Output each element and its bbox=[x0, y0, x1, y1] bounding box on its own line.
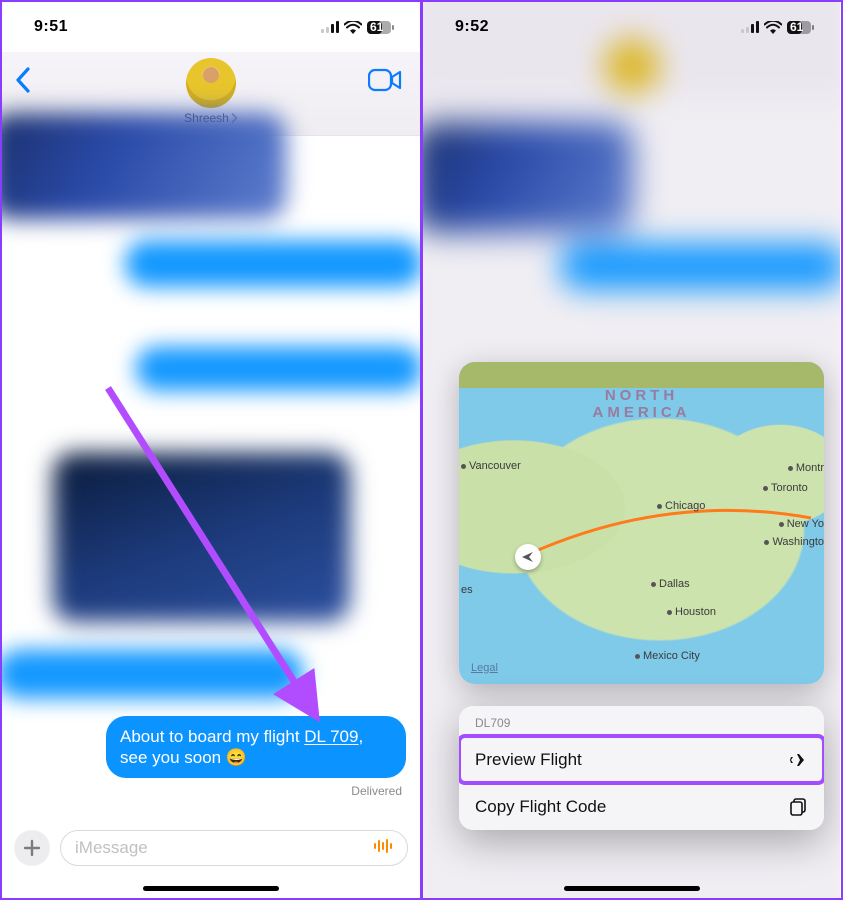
back-button[interactable] bbox=[14, 66, 32, 99]
flight-code-link[interactable]: DL 709 bbox=[304, 727, 358, 746]
attach-button[interactable] bbox=[14, 830, 50, 866]
cellular-icon bbox=[321, 21, 339, 33]
message-input[interactable]: iMessage bbox=[60, 830, 408, 866]
map-legal-link[interactable]: Legal bbox=[471, 662, 498, 674]
cellular-icon bbox=[741, 21, 759, 33]
status-bar: 9:51 61 bbox=[2, 2, 420, 52]
battery-icon: 61 bbox=[787, 21, 814, 34]
airplane-icon bbox=[788, 750, 808, 770]
plus-icon bbox=[23, 839, 41, 857]
airplane-marker bbox=[515, 544, 541, 570]
status-bar: 9:52 61 bbox=[423, 2, 840, 52]
city-houston: Houston bbox=[667, 606, 716, 618]
city-montreal: Montr bbox=[788, 462, 824, 474]
dual-screenshot-container: 9:51 61 Shreesh bbox=[0, 0, 843, 900]
waveform-icon bbox=[373, 838, 395, 854]
compose-row: iMessage bbox=[2, 826, 420, 870]
blurred-conversation bbox=[2, 113, 423, 898]
status-indicators: 61 bbox=[321, 21, 394, 34]
flight-context-menu: DL709 Preview Flight Copy Flight Code bbox=[459, 706, 824, 830]
context-menu-title: DL709 bbox=[459, 706, 824, 736]
city-toronto: Toronto bbox=[763, 482, 808, 494]
home-indicator[interactable] bbox=[564, 886, 700, 891]
facetime-button[interactable] bbox=[368, 68, 402, 97]
status-indicators: 61 bbox=[741, 21, 814, 34]
battery-icon: 61 bbox=[367, 21, 394, 34]
wifi-icon bbox=[764, 21, 782, 34]
city-vancouver: Vancouver bbox=[461, 460, 521, 472]
city-es: es bbox=[461, 584, 473, 596]
contact-avatar bbox=[186, 58, 236, 108]
copy-flight-code-label: Copy Flight Code bbox=[475, 797, 606, 817]
city-washington: Washingto bbox=[764, 536, 824, 548]
city-chicago: Chicago bbox=[657, 500, 705, 512]
home-indicator[interactable] bbox=[143, 886, 279, 891]
battery-percent: 61 bbox=[790, 20, 803, 34]
status-time: 9:52 bbox=[455, 18, 489, 36]
preview-flight-item[interactable]: Preview Flight bbox=[459, 736, 824, 783]
battery-percent: 61 bbox=[370, 20, 383, 34]
chevron-left-icon bbox=[14, 66, 32, 94]
phone-screenshot-left: 9:51 61 Shreesh bbox=[2, 2, 423, 898]
audio-message-button[interactable] bbox=[373, 838, 395, 859]
flight-map-preview[interactable]: NORTH AMERICA Vancouver Chicago Toronto … bbox=[459, 362, 824, 684]
message-text-prefix: About to board my flight bbox=[120, 727, 304, 746]
phone-screenshot-right: 9:52 61 NORTH AMERICA bbox=[423, 2, 840, 898]
wifi-icon bbox=[344, 21, 362, 34]
airplane-icon bbox=[520, 549, 536, 565]
copy-flight-code-item[interactable]: Copy Flight Code bbox=[459, 783, 824, 830]
copy-icon bbox=[788, 797, 808, 817]
city-newyork: New Yo bbox=[779, 518, 824, 530]
preview-flight-label: Preview Flight bbox=[475, 750, 582, 770]
flight-path bbox=[459, 362, 824, 684]
status-time: 9:51 bbox=[34, 18, 68, 36]
city-dallas: Dallas bbox=[651, 578, 690, 590]
city-mexico: Mexico City bbox=[635, 650, 700, 662]
video-icon bbox=[368, 68, 402, 92]
delivered-status: Delivered bbox=[351, 784, 402, 798]
sent-message-bubble[interactable]: About to board my flight DL 709, see you… bbox=[106, 716, 406, 779]
message-placeholder: iMessage bbox=[75, 838, 148, 858]
